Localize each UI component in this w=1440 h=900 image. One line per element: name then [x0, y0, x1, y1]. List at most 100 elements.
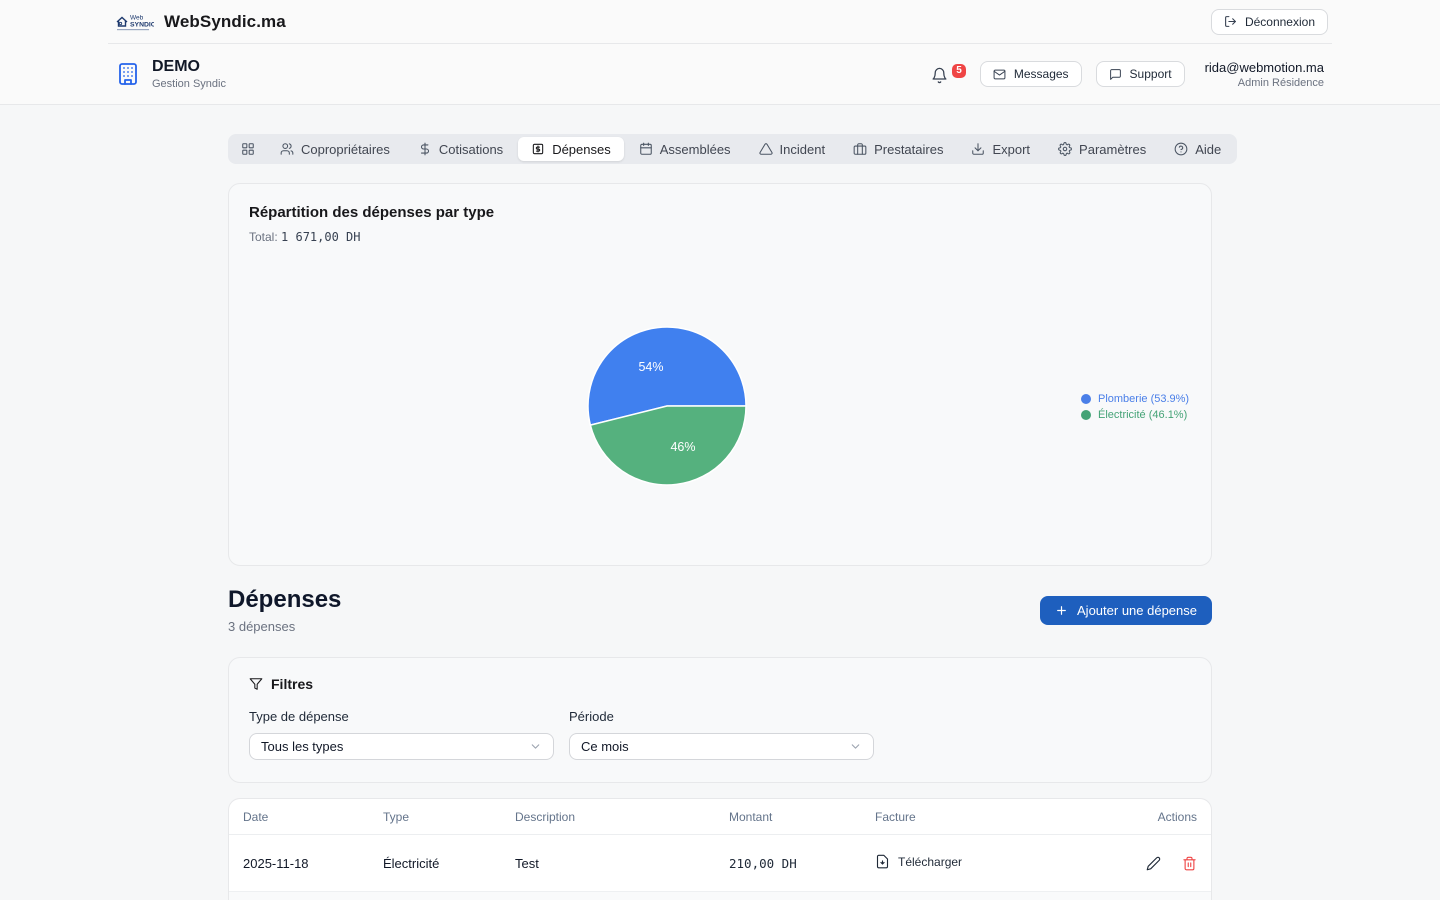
tab-aide[interactable]: Aide: [1161, 137, 1234, 161]
cell-montant: 210,00 DH: [729, 855, 797, 871]
logout-button[interactable]: Déconnexion: [1210, 8, 1328, 35]
legend-item-electricite: Électricité (46.1%): [1081, 409, 1189, 421]
support-button[interactable]: Support: [1095, 61, 1185, 87]
gear-icon: [1058, 142, 1072, 156]
chart-total-value: 1 671,00 DH: [281, 230, 361, 244]
messages-button[interactable]: Messages: [979, 61, 1082, 87]
dollar-icon: [420, 142, 429, 156]
legend-label-electricite: Électricité (46.1%): [1098, 409, 1188, 421]
tab-dashboard[interactable]: [231, 137, 265, 161]
tab-label: Cotisations: [438, 141, 504, 157]
bell-icon: [932, 67, 947, 84]
filters-title: Filtres: [271, 676, 314, 692]
cell-date: 2025-11-18: [243, 855, 309, 871]
cell-type: Électricité: [383, 855, 440, 871]
user-info: rida@webmotion.ma Admin Résidence: [1205, 60, 1324, 89]
chart-title: Répartition des dépenses par type: [249, 204, 495, 221]
expenses-table: Date Type Description Montant Facture Ac…: [228, 798, 1212, 900]
period-value: Ce mois: [581, 739, 629, 754]
tab-prestataires[interactable]: Prestataires: [840, 137, 956, 161]
page-title: Dépenses: [228, 586, 342, 613]
tab-label: Assemblées: [659, 141, 731, 157]
building-icon: [116, 62, 140, 86]
app-title: WebSyndic.ma: [164, 11, 286, 31]
expense-type-select[interactable]: Tous les types: [249, 733, 554, 760]
expenses-section-header: Dépenses 3 dépenses Ajouter une dépense: [228, 586, 1212, 634]
notification-count-badge: 5: [952, 64, 966, 78]
users-icon: [280, 143, 294, 155]
help-circle-icon: [1174, 142, 1188, 156]
chevron-down-icon: [531, 744, 540, 749]
filters-header: Filtres: [249, 676, 1191, 692]
alert-triangle-icon: [758, 143, 773, 155]
tab-label: Export: [992, 141, 1031, 157]
legend-label-plomberie: Plomberie (53.9%): [1098, 393, 1190, 405]
expense-type-field: Type de dépense Tous les types: [249, 709, 554, 760]
user-role: Admin Résidence: [1237, 76, 1324, 89]
tab-assemblees[interactable]: Assemblées: [626, 137, 744, 161]
tab-depenses[interactable]: Dépenses: [518, 137, 624, 161]
tab-incident[interactable]: Incident: [746, 137, 839, 161]
download-icon: [972, 143, 985, 155]
add-expense-button[interactable]: Ajouter une dépense: [1040, 595, 1212, 625]
download-invoice-link[interactable]: Télécharger: [875, 854, 962, 869]
pie-slice-label-plomberie: 54%: [638, 360, 663, 374]
svg-text:Web: Web: [130, 14, 144, 21]
org-name: DEMO: [152, 58, 200, 75]
tab-label: Dépenses: [552, 141, 611, 157]
period-select[interactable]: Ce mois: [569, 733, 874, 760]
logout-icon: [1225, 16, 1236, 27]
plus-icon: [1057, 605, 1066, 615]
websyndic-logo-icon: Web SYNDIC: [116, 14, 154, 30]
user-email: rida@webmotion.ma: [1204, 59, 1324, 75]
add-expense-label: Ajouter une dépense: [1077, 602, 1197, 618]
receipt-icon: [532, 143, 544, 155]
expenses-count: 3 dépenses: [228, 619, 296, 634]
org-subtitle: Gestion Syndic: [152, 78, 226, 90]
chart-total-label: Total:: [249, 230, 278, 244]
messages-label: Messages: [1013, 67, 1069, 81]
file-download-icon: [876, 854, 889, 869]
table-header-row: Date Type Description Montant Facture Ac…: [229, 799, 1211, 835]
legend-item-plomberie: Plomberie (53.9%): [1081, 393, 1189, 405]
mail-icon: [993, 69, 1006, 79]
tab-label: Copropriétaires: [301, 141, 390, 157]
chat-bubble-icon: [1109, 68, 1121, 80]
tab-parametres[interactable]: Paramètres: [1045, 137, 1159, 161]
app-header: Web SYNDIC WebSyndic.ma Déconnexion DEMO…: [0, 0, 1440, 105]
main-nav-tabs: Copropriétaires Cotisations Dépenses Ass…: [228, 134, 1238, 164]
tab-export[interactable]: Export: [958, 137, 1043, 161]
logout-label: Déconnexion: [1244, 14, 1315, 29]
download-invoice-label: Télécharger: [898, 854, 963, 869]
chart-legend: Plomberie (53.9%) Électricité (46.1%): [1081, 393, 1189, 421]
edit-expense-button[interactable]: [1146, 856, 1161, 871]
col-header-actions: Actions: [1157, 809, 1197, 824]
expense-type-label: Type de dépense: [249, 709, 349, 724]
col-header-date: Date: [243, 809, 269, 824]
table-row: 2025-11-18 Électricité Test 210,00 DH Té…: [229, 835, 1211, 892]
pie-chart: 54% 46%: [587, 326, 747, 486]
briefcase-icon: [853, 143, 867, 155]
tab-coproprietaires[interactable]: Copropriétaires: [267, 137, 403, 161]
filters-card: Filtres Type de dépense Tous les types P…: [228, 657, 1212, 783]
trash-icon: [1183, 856, 1196, 870]
legend-dot-plomberie: [1081, 394, 1091, 404]
col-header-facture: Facture: [875, 809, 916, 824]
notifications-button[interactable]: 5: [931, 64, 966, 84]
tab-cotisations[interactable]: Cotisations: [405, 137, 516, 161]
tab-label: Aide: [1195, 141, 1222, 157]
table-row-partial: Électricité Télécharger: [229, 892, 1211, 900]
legend-dot-electricite: [1081, 410, 1091, 420]
top-bar: Web SYNDIC WebSyndic.ma Déconnexion: [108, 0, 1332, 44]
chevron-down-icon: [851, 744, 860, 749]
chart-total: Total: 1 671,00 DH: [249, 230, 1191, 244]
tab-label: Prestataires: [874, 141, 944, 157]
brand: Web SYNDIC WebSyndic.ma: [112, 9, 286, 35]
period-field: Période Ce mois: [569, 709, 874, 760]
pie-slice-label-electricite: 46%: [670, 440, 695, 454]
dashboard-grid-icon: [242, 143, 254, 155]
col-header-type: Type: [383, 809, 410, 824]
calendar-icon: [639, 142, 652, 155]
delete-expense-button[interactable]: [1182, 856, 1197, 871]
filter-funnel-icon: [249, 678, 263, 690]
